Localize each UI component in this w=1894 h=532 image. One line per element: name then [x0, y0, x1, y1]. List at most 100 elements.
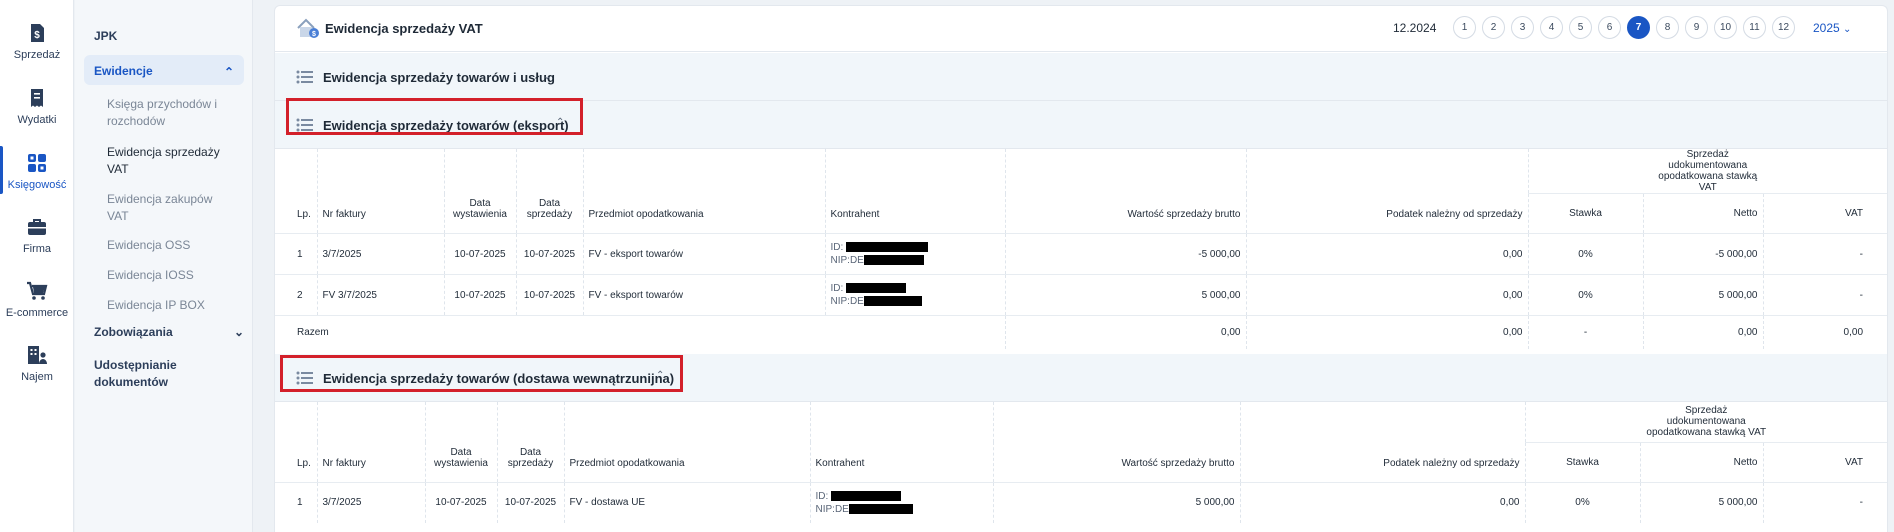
month-button-4[interactable]: 4 — [1540, 16, 1563, 39]
cell-kontrahent: ID: NIP:DE — [825, 233, 1006, 275]
cell-lp: 1 — [275, 233, 318, 275]
month-button-8[interactable]: 8 — [1656, 16, 1679, 39]
nav-group-ewidencje[interactable]: Ewidencje ⌃ — [84, 55, 244, 85]
year-select[interactable]: 2025 ⌄ — [1813, 21, 1851, 35]
rail-item-ecommerce[interactable]: E-commerce — [0, 280, 74, 319]
nav-item-oss[interactable]: Ewidencja OSS — [107, 237, 237, 254]
rail-label: E-commerce — [5, 307, 69, 319]
col-kontrahent: Kontrahent — [825, 149, 1006, 234]
col-podatek: Podatek należny od sprzedaży — [1240, 402, 1526, 482]
id-label: ID: — [815, 490, 829, 502]
nav-item-jpk[interactable]: JPK — [94, 28, 117, 45]
col-lp: Lp. — [275, 402, 318, 482]
month-button-3[interactable]: 3 — [1511, 16, 1534, 39]
rail-label: Wydatki — [17, 114, 57, 126]
nip-label: NIP:DE — [815, 503, 849, 515]
table-row[interactable]: 1 3/7/2025 10-07-2025 10-07-2025 FV - ek… — [275, 233, 1888, 275]
cell-lp: 1 — [275, 481, 318, 523]
month-button-5[interactable]: 5 — [1569, 16, 1592, 39]
rail-label: Firma — [22, 243, 52, 255]
cell-przedmiot: FV - eksport towarów — [583, 233, 826, 275]
nav-item-ioss[interactable]: Ewidencja IOSS — [107, 267, 237, 284]
month-button-9[interactable]: 9 — [1685, 16, 1708, 39]
receipt-icon — [31, 89, 43, 107]
col-brutto: Wartość sprzedaży brutto — [993, 402, 1241, 482]
month-button-1[interactable]: 1 — [1453, 16, 1476, 39]
cell-lp: 2 — [275, 274, 318, 316]
section-title: Ewidencja sprzedaży towarów i usług — [323, 70, 555, 85]
col-netto: Netto — [1640, 442, 1764, 482]
list-icon — [296, 70, 313, 84]
nav-item-zobowiazania[interactable]: Zobowiązania ⌄ — [94, 324, 244, 341]
secondary-nav: JPK Ewidencje ⌃ Księga przychodów i rozc… — [75, 0, 253, 532]
total-podatek: 0,00 — [1246, 315, 1529, 349]
redacted-block — [831, 491, 902, 502]
month-button-2[interactable]: 2 — [1482, 16, 1505, 39]
col-group-vat: Sprzedaż udokumentowana opodatkowana sta… — [1528, 149, 1888, 194]
total-stawka: - — [1528, 315, 1644, 349]
col-vat: VAT — [1845, 456, 1864, 468]
rail-item-ksiegowosc[interactable]: Księgowość — [0, 146, 74, 194]
month-button-11[interactable]: 11 — [1743, 16, 1766, 39]
rail-item-najem[interactable]: Najem — [0, 344, 74, 383]
cell-kontrahent: ID: NIP:DE — [825, 274, 1006, 316]
month-button-7[interactable]: 7 — [1627, 16, 1650, 39]
rail-item-sprzedaz[interactable]: $ Sprzedaż — [0, 22, 74, 61]
redacted-block — [863, 296, 922, 307]
cell-data-wyst: 10-07-2025 — [444, 274, 517, 316]
rail-label: Księgowość — [7, 179, 67, 191]
cell-nr: 3/7/2025 — [317, 481, 426, 523]
cell-vat: - — [1763, 274, 1888, 316]
dollar-document-icon: $ — [31, 24, 44, 42]
cell-stawka: 0% — [1528, 233, 1644, 275]
col-nr: Nr faktury — [317, 402, 426, 482]
id-label: ID: — [830, 242, 844, 253]
highlight-box — [280, 355, 683, 392]
table-row[interactable]: 2 FV 3/7/2025 10-07-2025 10-07-2025 FV -… — [275, 274, 1888, 316]
nav-item-ksiega[interactable]: Księga przychodów i rozchodów — [107, 96, 237, 130]
month-button-10[interactable]: 10 — [1714, 16, 1737, 39]
col-nr: Nr faktury — [317, 149, 445, 234]
nav-item-ewidencja-sprzedazy[interactable]: Ewidencja sprzedaży VAT — [107, 144, 237, 178]
col-podatek: Podatek należny od sprzedaży — [1246, 149, 1529, 234]
col-data-wyst: Data wystawienia — [425, 402, 498, 482]
total-brutto: 0,00 — [1005, 315, 1247, 349]
total-netto: 0,00 — [1643, 315, 1764, 349]
id-label: ID: — [830, 283, 844, 294]
col-data-sprz: Data sprzedaży — [497, 402, 565, 482]
cell-netto: 5 000,00 — [1640, 481, 1764, 523]
col-data-wyst: Data wystawienia — [444, 149, 517, 234]
col-group-vat: Sprzedaż udokumentowana opodatkowana sta… — [1525, 402, 1888, 443]
col-przedmiot: Przedmiot opodatkowania — [583, 149, 826, 234]
nav-item-ewidencja-zakupow[interactable]: Ewidencja zakupów VAT — [107, 191, 237, 225]
redacted-block — [863, 255, 924, 266]
cell-stawka: 0% — [1528, 274, 1644, 316]
table-wdt: Lp. Nr faktury Data wystawienia Data spr… — [275, 402, 1888, 523]
rail-label: Najem — [21, 371, 53, 383]
col-brutto: Wartość sprzedaży brutto — [1005, 149, 1247, 234]
cell-data-sprz: 10-07-2025 — [497, 481, 565, 523]
chevron-down-icon: ⌄ — [234, 325, 245, 339]
month-button-6[interactable]: 6 — [1598, 16, 1621, 39]
cell-vat: - — [1763, 481, 1888, 523]
rail-item-wydatki[interactable]: Wydatki — [0, 87, 74, 126]
house-coin-icon: $ — [297, 18, 319, 38]
table-eksport: Lp. Nr faktury Data wystawienia Data spr… — [275, 149, 1888, 349]
nip-label: NIP:DE — [830, 296, 864, 307]
cell-podatek: 0,00 — [1240, 481, 1526, 523]
table-row[interactable]: 1 3/7/2025 10-07-2025 10-07-2025 FV - do… — [275, 481, 1888, 523]
redacted-block — [846, 242, 929, 253]
col-data-sprz: Data sprzedaży — [516, 149, 584, 234]
col-vat: VAT — [1845, 208, 1864, 219]
month-button-12[interactable]: 12 — [1772, 16, 1795, 39]
rail-item-firma[interactable]: Firma — [0, 216, 74, 255]
nav-item-ip-box[interactable]: Ewidencja IP BOX — [107, 297, 237, 314]
col-netto: Netto — [1643, 193, 1764, 234]
page-title: Ewidencja sprzedaży VAT — [325, 21, 483, 36]
svg-text:$: $ — [312, 31, 316, 38]
cell-data-wyst: 10-07-2025 — [444, 233, 517, 275]
section-header-towary-uslugi[interactable]: Ewidencja sprzedaży towarów i usług ⌄ — [275, 53, 1887, 101]
nav-item-udostepnianie[interactable]: Udostępnianie dokumentów — [94, 357, 224, 391]
cell-przedmiot: FV - eksport towarów — [583, 274, 826, 316]
cell-podatek: 0,00 — [1246, 274, 1529, 316]
